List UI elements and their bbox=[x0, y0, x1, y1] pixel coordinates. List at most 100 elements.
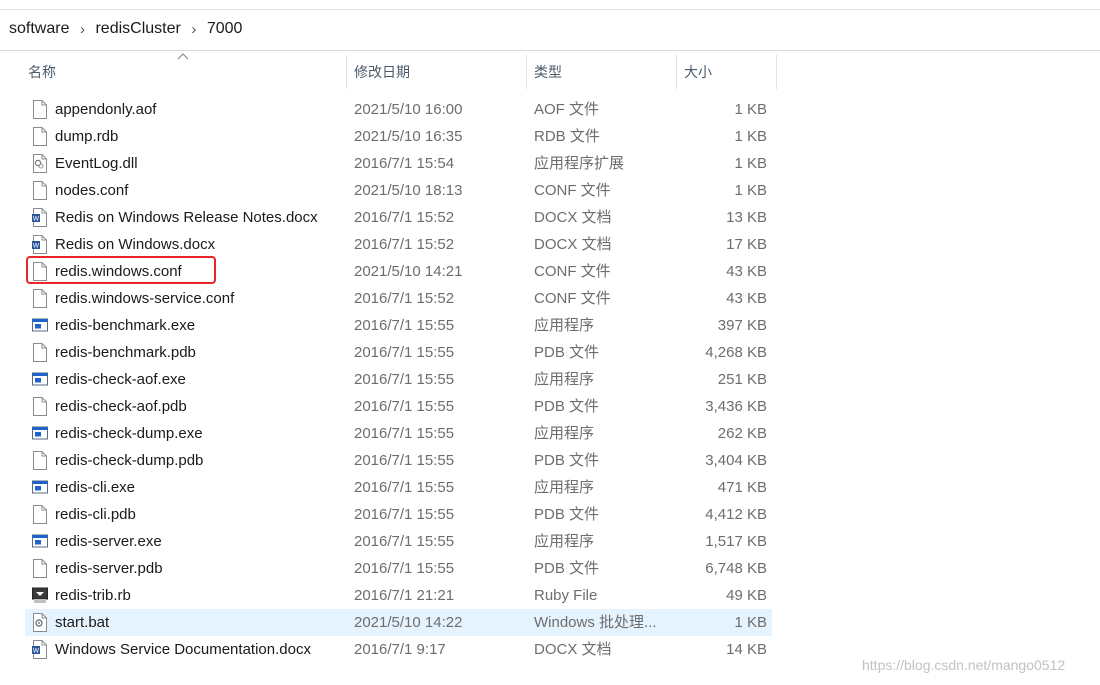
file-row[interactable]: redis.windows-service.conf 2016/7/1 15:52… bbox=[0, 285, 1100, 312]
file-name: start.bat bbox=[55, 614, 110, 631]
breadcrumb-item-rediscluster[interactable]: redisCluster bbox=[93, 20, 182, 38]
file-name: EventLog.dll bbox=[55, 155, 138, 172]
file-date: 2021/5/10 16:35 bbox=[354, 128, 463, 145]
file-name: Redis on Windows Release Notes.docx bbox=[55, 209, 318, 226]
file-date: 2021/5/10 14:21 bbox=[354, 263, 463, 280]
file-size: 1 KB bbox=[734, 101, 767, 118]
file-date: 2016/7/1 9:17 bbox=[354, 641, 446, 658]
file-date: 2021/5/10 14:22 bbox=[354, 614, 463, 631]
breadcrumb-item-software[interactable]: software bbox=[7, 20, 71, 38]
file-row[interactable]: redis-check-dump.exe 2016/7/1 15:55 应用程序 26… bbox=[0, 420, 1100, 447]
file-type: PDB 文件 bbox=[534, 344, 600, 361]
svg-text:W: W bbox=[33, 242, 40, 250]
exe-file-icon bbox=[32, 424, 48, 443]
exe-file-icon bbox=[32, 370, 48, 389]
file-type: RDB 文件 bbox=[534, 128, 600, 145]
file-name: appendonly.aof bbox=[55, 101, 157, 118]
file-type: DOCX 文档 bbox=[534, 209, 612, 226]
file-name: redis-cli.exe bbox=[55, 479, 136, 496]
chevron-right-icon[interactable]: › bbox=[71, 21, 93, 38]
column-header-date[interactable]: 修改日期 bbox=[347, 55, 526, 89]
file-row[interactable]: redis-benchmark.pdb 2016/7/1 15:55 PDB 文件 4… bbox=[0, 339, 1100, 366]
file-name: redis-benchmark.pdb bbox=[55, 344, 196, 361]
exe-file-icon bbox=[32, 532, 48, 551]
svg-text:W: W bbox=[33, 215, 40, 223]
column-header-name[interactable]: 名称 bbox=[21, 55, 346, 89]
file-size: 43 KB bbox=[726, 263, 767, 280]
blank-file-icon bbox=[32, 559, 48, 578]
file-date: 2016/7/1 21:21 bbox=[354, 587, 455, 604]
file-name: redis-check-dump.exe bbox=[55, 425, 203, 442]
blank-file-icon bbox=[32, 127, 48, 146]
file-row[interactable]: redis-check-dump.pdb 2016/7/1 15:55 PDB 文件… bbox=[0, 447, 1100, 474]
address-bar[interactable]: software › redisCluster › 7000 bbox=[0, 0, 1100, 51]
chevron-right-icon[interactable]: › bbox=[183, 21, 205, 38]
column-divider[interactable] bbox=[776, 55, 777, 89]
file-type: 应用程序 bbox=[534, 479, 595, 496]
file-type: CONF 文件 bbox=[534, 290, 611, 307]
file-row[interactable]: redis-cli.exe 2016/7/1 15:55 应用程序 471 KB bbox=[0, 474, 1100, 501]
file-name: Redis on Windows.docx bbox=[55, 236, 216, 253]
file-size: 49 KB bbox=[726, 587, 767, 604]
column-header-type[interactable]: 类型 bbox=[527, 55, 676, 89]
file-date: 2016/7/1 15:55 bbox=[354, 533, 455, 550]
file-row[interactable]: redis-server.pdb 2016/7/1 15:55 PDB 文件 6,74… bbox=[0, 555, 1100, 582]
file-date: 2021/5/10 18:13 bbox=[354, 182, 463, 199]
file-size: 43 KB bbox=[726, 290, 767, 307]
file-type: Ruby File bbox=[534, 587, 598, 604]
file-row[interactable]: start.bat 2021/5/10 14:22 Windows 批处理... 1 … bbox=[0, 609, 1100, 636]
file-size: 397 KB bbox=[717, 317, 767, 334]
file-list: appendonly.aof 2021/5/10 16:00 AOF 文件 1 KB d… bbox=[0, 96, 1100, 663]
file-size: 4,412 KB bbox=[705, 506, 767, 523]
file-type: PDB 文件 bbox=[534, 398, 600, 415]
file-row[interactable]: nodes.conf 2021/5/10 18:13 CONF 文件 1 KB bbox=[0, 177, 1100, 204]
file-name: redis-server.pdb bbox=[55, 560, 163, 577]
file-name: redis-check-dump.pdb bbox=[55, 452, 204, 469]
file-date: 2016/7/1 15:55 bbox=[354, 452, 455, 469]
file-row[interactable]: redis-benchmark.exe 2016/7/1 15:55 应用程序 397… bbox=[0, 312, 1100, 339]
file-row[interactable]: W Redis on Windows Release Notes.docx 2016… bbox=[0, 204, 1100, 231]
file-date: 2016/7/1 15:55 bbox=[354, 560, 455, 577]
exe-file-icon bbox=[32, 316, 48, 335]
file-date: 2016/7/1 15:52 bbox=[354, 290, 455, 307]
file-size: 3,404 KB bbox=[705, 452, 767, 469]
file-type: PDB 文件 bbox=[534, 560, 600, 577]
blank-file-icon bbox=[32, 343, 48, 362]
file-date: 2016/7/1 15:52 bbox=[354, 236, 455, 253]
file-name: redis-cli.pdb bbox=[55, 506, 136, 523]
file-type: 应用程序 bbox=[534, 425, 595, 442]
file-row[interactable]: redis-server.exe 2016/7/1 15:55 应用程序 1,517 … bbox=[0, 528, 1100, 555]
file-date: 2016/7/1 15:55 bbox=[354, 425, 455, 442]
file-date: 2021/5/10 16:00 bbox=[354, 101, 463, 118]
file-date: 2016/7/1 15:55 bbox=[354, 398, 455, 415]
file-row[interactable]: redis-check-aof.pdb 2016/7/1 15:55 PDB 文件 3… bbox=[0, 393, 1100, 420]
file-size: 262 KB bbox=[717, 425, 767, 442]
file-type: CONF 文件 bbox=[534, 263, 611, 280]
window-top-edge bbox=[0, 0, 1100, 10]
file-row[interactable]: redis-trib.rb 2016/7/1 21:21 Ruby File 49 K… bbox=[0, 582, 1100, 609]
file-row[interactable]: EventLog.dll 2016/7/1 15:54 应用程序扩展 1 KB bbox=[0, 150, 1100, 177]
file-name: redis-trib.rb bbox=[55, 587, 131, 604]
file-size: 3,436 KB bbox=[705, 398, 767, 415]
file-date: 2016/7/1 15:55 bbox=[354, 479, 455, 496]
file-date: 2016/7/1 15:55 bbox=[354, 371, 455, 388]
file-size: 1,517 KB bbox=[705, 533, 767, 550]
file-name: redis-check-aof.pdb bbox=[55, 398, 187, 415]
blank-file-icon bbox=[32, 397, 48, 416]
file-row[interactable]: redis-check-aof.exe 2016/7/1 15:55 应用程序 251… bbox=[0, 366, 1100, 393]
column-header-size[interactable]: 大小 bbox=[677, 55, 776, 89]
file-row[interactable]: redis-cli.pdb 2016/7/1 15:55 PDB 文件 4,412 K… bbox=[0, 501, 1100, 528]
file-type: 应用程序 bbox=[534, 317, 595, 334]
file-row[interactable]: W Redis on Windows.docx 2016/7/1 15:52 DOCX… bbox=[0, 231, 1100, 258]
file-row[interactable]: dump.rdb 2021/5/10 16:35 RDB 文件 1 KB bbox=[0, 123, 1100, 150]
breadcrumb-item-7000[interactable]: 7000 bbox=[205, 20, 245, 38]
file-size: 251 KB bbox=[717, 371, 767, 388]
blank-file-icon bbox=[32, 289, 48, 308]
file-size: 1 KB bbox=[734, 182, 767, 199]
file-size: 471 KB bbox=[717, 479, 767, 496]
file-row[interactable]: appendonly.aof 2021/5/10 16:00 AOF 文件 1 KB bbox=[0, 96, 1100, 123]
file-name: Windows Service Documentation.docx bbox=[55, 641, 311, 658]
file-type: Windows 批处理... bbox=[534, 614, 657, 631]
file-size: 1 KB bbox=[734, 155, 767, 172]
docx-file-icon: W bbox=[32, 208, 48, 227]
